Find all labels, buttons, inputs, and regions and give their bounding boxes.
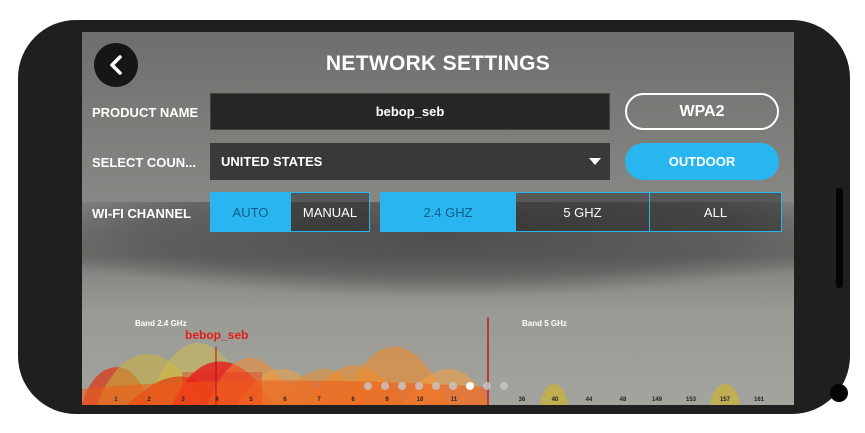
page-dot[interactable]	[381, 382, 389, 390]
channel-tick: 44	[585, 397, 593, 403]
band-5-label: Band 5 GHz	[522, 319, 567, 328]
page-dot[interactable]	[500, 382, 508, 390]
band-24-option[interactable]: 2.4 GHZ	[381, 193, 515, 231]
outdoor-button[interactable]: OUTDOOR	[625, 143, 779, 180]
channel-tick: 157	[719, 397, 730, 403]
channel-tick: 7	[317, 397, 321, 403]
wifi-channel-label: WI-FI CHANNEL	[92, 206, 191, 221]
page-dot[interactable]	[415, 382, 423, 390]
channel-tick: 6	[283, 397, 287, 403]
page-dot[interactable]	[432, 382, 440, 390]
channel-tick: 153	[685, 397, 696, 403]
channel-tick: 36	[518, 397, 526, 403]
channel-tick: 149	[651, 397, 662, 403]
channel-tick: 9	[385, 397, 389, 403]
channel-tick: 2	[147, 397, 151, 403]
band-toggle: 2.4 GHZ 5 GHZ ALL	[380, 192, 782, 232]
channel-tick: 10	[416, 397, 424, 403]
channel-mode-toggle: AUTO MANUAL	[210, 192, 370, 232]
page-title: NETWORK SETTINGS	[325, 52, 551, 75]
channel-tick: 5	[249, 397, 253, 403]
mode-auto-option[interactable]: AUTO	[211, 193, 290, 231]
channel-tick: 4	[215, 397, 219, 403]
security-button[interactable]: WPA2	[625, 93, 779, 130]
product-name-label: PRODUCT NAME	[92, 105, 199, 120]
band-all-option[interactable]: ALL	[649, 193, 781, 231]
mode-manual-option[interactable]: MANUAL	[290, 193, 369, 231]
page-dot[interactable]	[364, 382, 372, 390]
channel-tick: 3	[181, 397, 185, 403]
app-screen: NETWORK SETTINGS PRODUCT NAME bebop_seb …	[82, 32, 794, 405]
channel-tick: 8	[351, 397, 355, 403]
country-value: UNITED STATES	[221, 154, 323, 169]
phone-camera	[830, 384, 848, 402]
phone-side-button	[836, 188, 843, 288]
page-dot[interactable]	[449, 382, 457, 390]
select-country-label: SELECT COUN...	[92, 155, 197, 170]
channel-tick: 161	[753, 397, 764, 403]
page-dot[interactable]	[483, 382, 491, 390]
page-dot[interactable]	[466, 382, 474, 390]
country-select[interactable]: UNITED STATES	[210, 143, 610, 180]
page-indicator	[364, 382, 508, 390]
network-name-marker: bebop_seb	[185, 328, 249, 342]
caret-down-icon	[589, 158, 601, 165]
channel-tick: 40	[551, 397, 559, 403]
channel-tick: 48	[619, 397, 627, 403]
channel-tick: 11	[450, 397, 458, 403]
page-dot[interactable]	[398, 382, 406, 390]
band-5-option[interactable]: 5 GHZ	[515, 193, 649, 231]
band-24-label: Band 2.4 GHz	[135, 319, 187, 328]
channel-tick: 1	[114, 397, 118, 403]
product-name-field[interactable]: bebop_seb	[210, 93, 610, 130]
